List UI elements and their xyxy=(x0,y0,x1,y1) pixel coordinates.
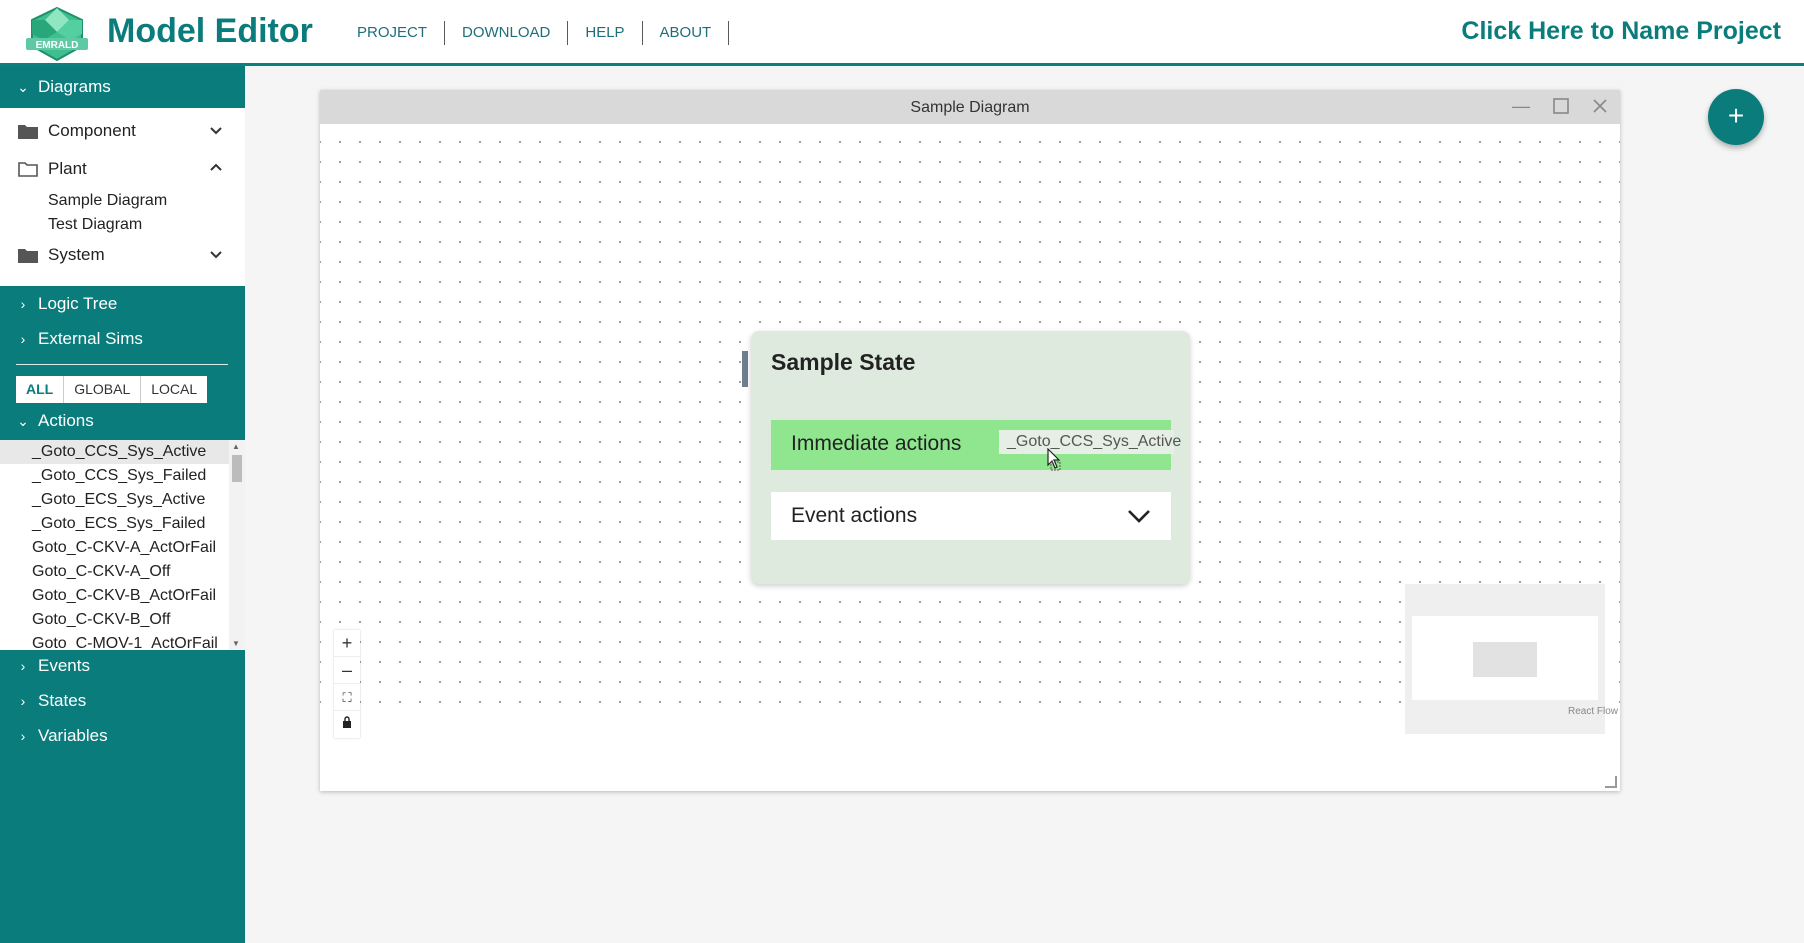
immediate-actions-label: Immediate actions xyxy=(791,432,962,455)
nav-about[interactable]: ABOUT xyxy=(643,21,730,45)
emerald-logo-icon: EMRALD xyxy=(26,6,88,62)
plus-icon: + xyxy=(1727,100,1745,131)
list-item[interactable]: _Goto_CCS_Sys_Failed xyxy=(0,464,245,488)
section-label: External Sims xyxy=(38,329,143,348)
chevron-down-icon xyxy=(210,251,222,259)
immediate-actions-drop-zone[interactable]: Immediate actions _Goto_CCS_Sys_Active xyxy=(771,420,1181,470)
chevron-right-icon: › xyxy=(20,728,26,744)
folder-icon xyxy=(18,125,38,139)
sidebar-section-logic-tree[interactable]: › Logic Tree xyxy=(0,286,245,322)
top-nav: PROJECT DOWNLOAD HELP ABOUT xyxy=(340,21,730,45)
event-actions-dropdown[interactable]: Event actions xyxy=(771,492,1171,540)
folder-label: Plant xyxy=(48,159,87,178)
list-item[interactable]: _Goto_ECS_Sys_Failed xyxy=(0,512,245,536)
sidebar-section-events[interactable]: › Events xyxy=(0,648,245,684)
node-handle[interactable] xyxy=(742,351,748,387)
section-label: Logic Tree xyxy=(38,294,118,313)
chevron-up-icon xyxy=(210,163,222,171)
chevron-down-icon xyxy=(210,127,222,135)
folder-system[interactable]: System xyxy=(0,238,245,272)
project-name-button[interactable]: Click Here to Name Project xyxy=(1461,17,1781,46)
list-item[interactable]: Goto_C-CKV-B_ActOrFail xyxy=(0,584,245,608)
folder-icon xyxy=(18,249,38,263)
state-node[interactable]: Sample State Immediate actions _Goto_CCS… xyxy=(751,331,1190,584)
add-button[interactable]: + xyxy=(1708,89,1764,145)
lock-glyph xyxy=(343,716,351,728)
sidebar-section-diagrams[interactable]: ⌄ Diagrams xyxy=(0,69,245,105)
sidebar-section-external-sims[interactable]: › External Sims xyxy=(0,321,245,357)
actions-list: _Goto_CCS_Sys_Active _Goto_CCS_Sys_Faile… xyxy=(0,440,245,650)
minimap-node xyxy=(1473,642,1537,677)
folder-open-icon xyxy=(18,162,38,177)
app-header: EMRALD Model Editor PROJECT DOWNLOAD HEL… xyxy=(0,0,1804,66)
diagram-item-test[interactable]: Test Diagram xyxy=(48,216,142,234)
sidebar: ⌄ Diagrams Component Plant Sample Diagra… xyxy=(0,66,245,943)
list-item[interactable]: Goto_C-CKV-A_ActOrFail xyxy=(0,536,245,560)
section-label: Events xyxy=(38,656,90,675)
app-title: Model Editor xyxy=(107,12,313,50)
event-actions-label: Event actions xyxy=(791,504,918,527)
actions-scrollbar[interactable]: ▲ ▼ xyxy=(229,440,245,650)
scope-local-button[interactable]: LOCAL xyxy=(141,376,207,403)
scope-global-button[interactable]: GLOBAL xyxy=(64,376,142,403)
nav-download[interactable]: DOWNLOAD xyxy=(445,21,569,45)
window-title-bar[interactable]: Sample Diagram — xyxy=(320,90,1620,124)
scroll-up-icon[interactable]: ▲ xyxy=(232,442,240,451)
scope-all-button[interactable]: ALL xyxy=(16,376,65,403)
node-title: Sample State xyxy=(771,349,916,375)
diagram-item-sample[interactable]: Sample Diagram xyxy=(48,192,167,210)
diagram-window: Sample Diagram — Sample State Immediate … xyxy=(320,90,1620,791)
chevron-right-icon: › xyxy=(20,693,26,709)
chevron-right-icon: › xyxy=(20,658,26,674)
fit-view-icon[interactable]: ⛶ xyxy=(334,684,360,711)
minimize-icon[interactable]: — xyxy=(1512,96,1530,117)
sidebar-divider xyxy=(16,364,228,365)
list-item[interactable]: Goto_C-CKV-B_Off xyxy=(0,608,245,632)
sidebar-section-actions[interactable]: ⌄ Actions xyxy=(0,403,245,439)
section-label: Actions xyxy=(38,411,94,430)
chevron-down-icon: ⌄ xyxy=(17,78,29,95)
folder-component[interactable]: Component xyxy=(0,114,245,148)
folder-label: Component xyxy=(48,121,136,140)
folder-label: System xyxy=(48,245,105,264)
section-label: Diagrams xyxy=(38,77,111,96)
folder-plant[interactable]: Plant xyxy=(0,152,245,186)
chevron-down-icon: ⌄ xyxy=(17,412,29,429)
zoom-in-icon[interactable]: + xyxy=(334,630,360,657)
section-label: Variables xyxy=(38,726,108,745)
close-icon[interactable] xyxy=(1592,98,1608,114)
sidebar-section-variables[interactable]: › Variables xyxy=(0,718,245,754)
chevron-right-icon: › xyxy=(20,296,26,312)
zoom-controls: + – ⛶ xyxy=(334,630,360,738)
scroll-down-icon[interactable]: ▼ xyxy=(232,639,240,648)
chevron-down-icon xyxy=(1128,510,1150,523)
maximize-icon[interactable] xyxy=(1553,98,1569,114)
drag-cursor-icon xyxy=(1047,448,1061,471)
lock-icon[interactable] xyxy=(334,711,360,738)
list-item[interactable]: _Goto_ECS_Sys_Active xyxy=(0,488,245,512)
list-item[interactable]: Goto_C-CKV-A_Off xyxy=(0,560,245,584)
logo-text: EMRALD xyxy=(36,40,79,51)
react-flow-attribution[interactable]: React Flow xyxy=(1568,706,1618,717)
zoom-out-icon[interactable]: – xyxy=(334,657,360,684)
scrollbar-thumb[interactable] xyxy=(232,455,242,482)
dragged-action-chip[interactable]: _Goto_CCS_Sys_Active xyxy=(999,430,1181,454)
chevron-right-icon: › xyxy=(20,331,26,347)
list-item[interactable]: _Goto_CCS_Sys_Active xyxy=(0,440,245,464)
resize-handle[interactable] xyxy=(1605,776,1617,788)
diagrams-panel: Component Plant Sample Diagram Test Diag… xyxy=(0,108,245,286)
section-label: States xyxy=(38,691,87,710)
nav-help[interactable]: HELP xyxy=(568,21,643,45)
flow-canvas[interactable]: Sample State Immediate actions _Goto_CCS… xyxy=(320,124,1620,738)
nav-project[interactable]: PROJECT xyxy=(340,21,446,45)
scope-toggle: ALL GLOBAL LOCAL xyxy=(16,376,208,403)
sidebar-section-states[interactable]: › States xyxy=(0,683,245,719)
window-title: Sample Diagram xyxy=(910,99,1030,116)
